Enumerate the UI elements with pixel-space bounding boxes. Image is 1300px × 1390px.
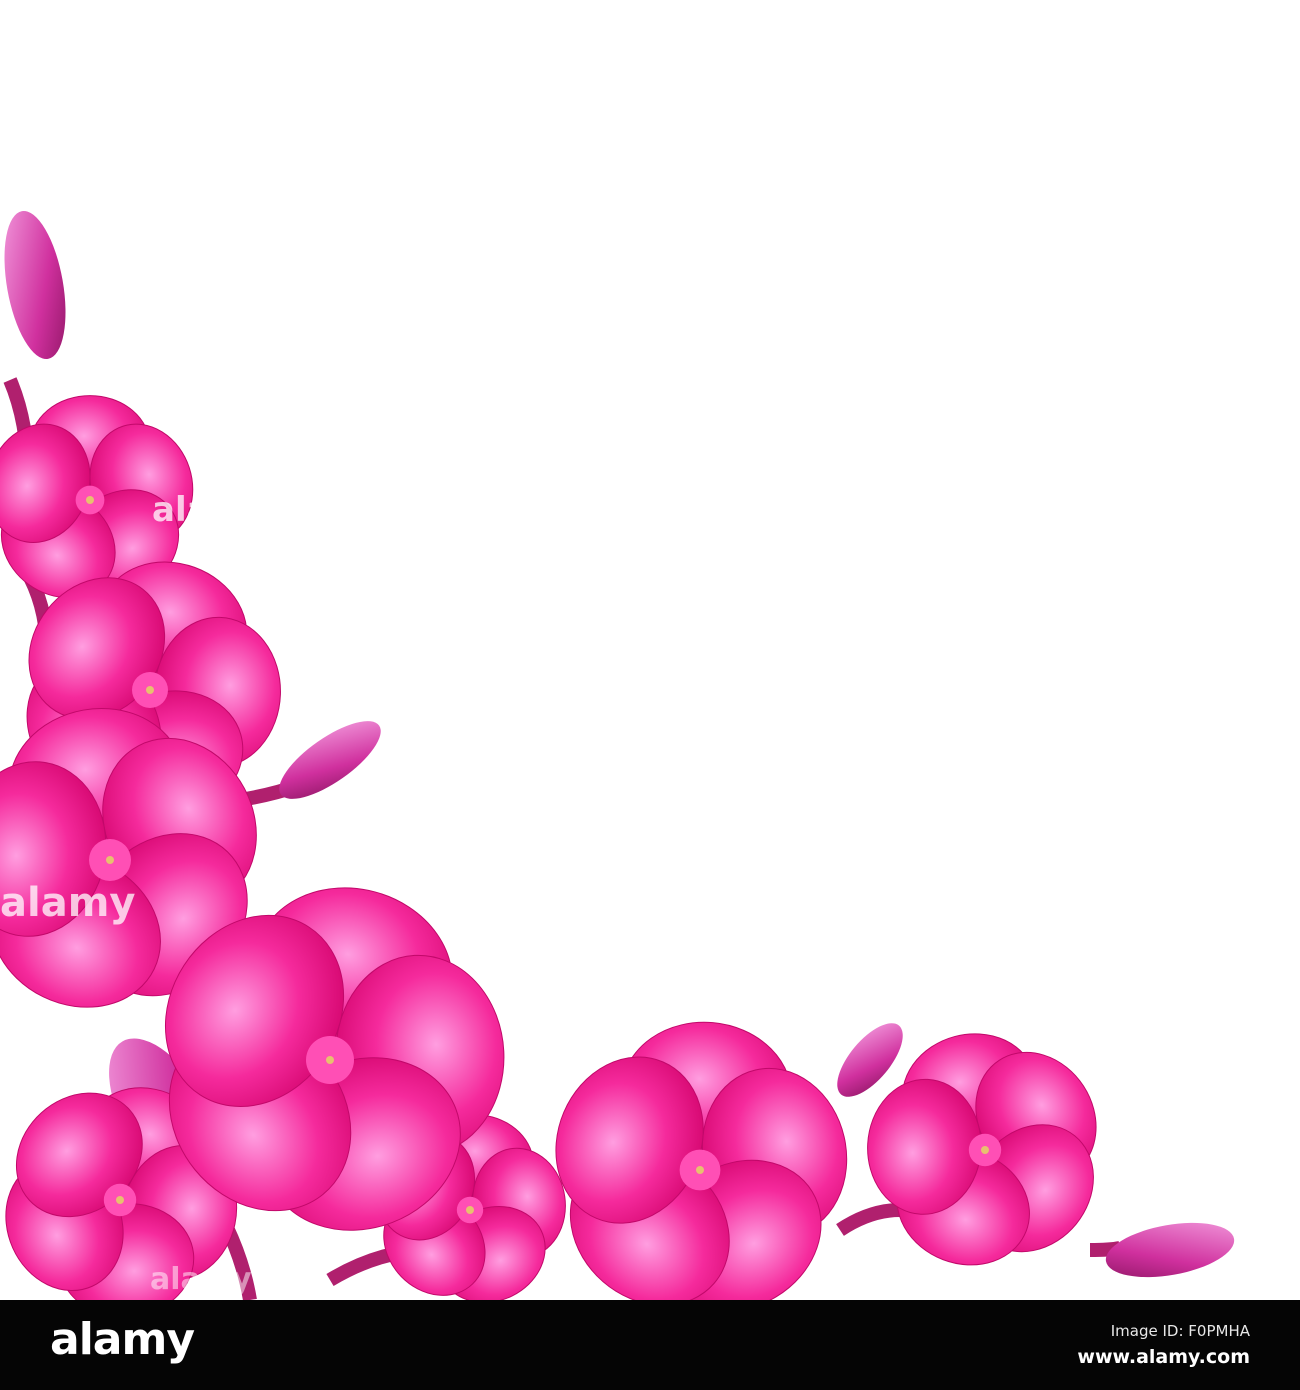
flower-bud [1105, 1222, 1235, 1278]
watermark: alamy [0, 880, 136, 926]
watermark: alamy [150, 1262, 252, 1297]
image-id: Image ID: F0PMHA [1110, 1322, 1250, 1340]
stem [836, 1203, 901, 1236]
flowers [0, 395, 1097, 1300]
flower [555, 1021, 848, 1300]
flower-stamen [696, 1166, 704, 1174]
flower-stamen [86, 496, 94, 504]
flower [867, 1033, 1097, 1266]
pink-flowers-illustration [0, 210, 1235, 1300]
watermark-footer: alamy Image ID: F0PMHA www.alamy.com [0, 1300, 1300, 1390]
flower-stamen [146, 686, 154, 694]
flower-bud [4, 210, 66, 360]
stock-image: alamy alamy alamy alamy Image ID: F0PMHA… [0, 0, 1300, 1390]
flower-stamen [106, 856, 114, 864]
flower-stamen [981, 1146, 989, 1154]
alamy-logo: alamy [50, 1314, 195, 1365]
flower-bud [279, 721, 381, 799]
website-url: www.alamy.com [1077, 1346, 1250, 1368]
watermark: alamy [152, 490, 268, 530]
flower-stamen [466, 1206, 474, 1214]
flower-stamen [116, 1196, 124, 1204]
flower-stamen [326, 1056, 334, 1064]
